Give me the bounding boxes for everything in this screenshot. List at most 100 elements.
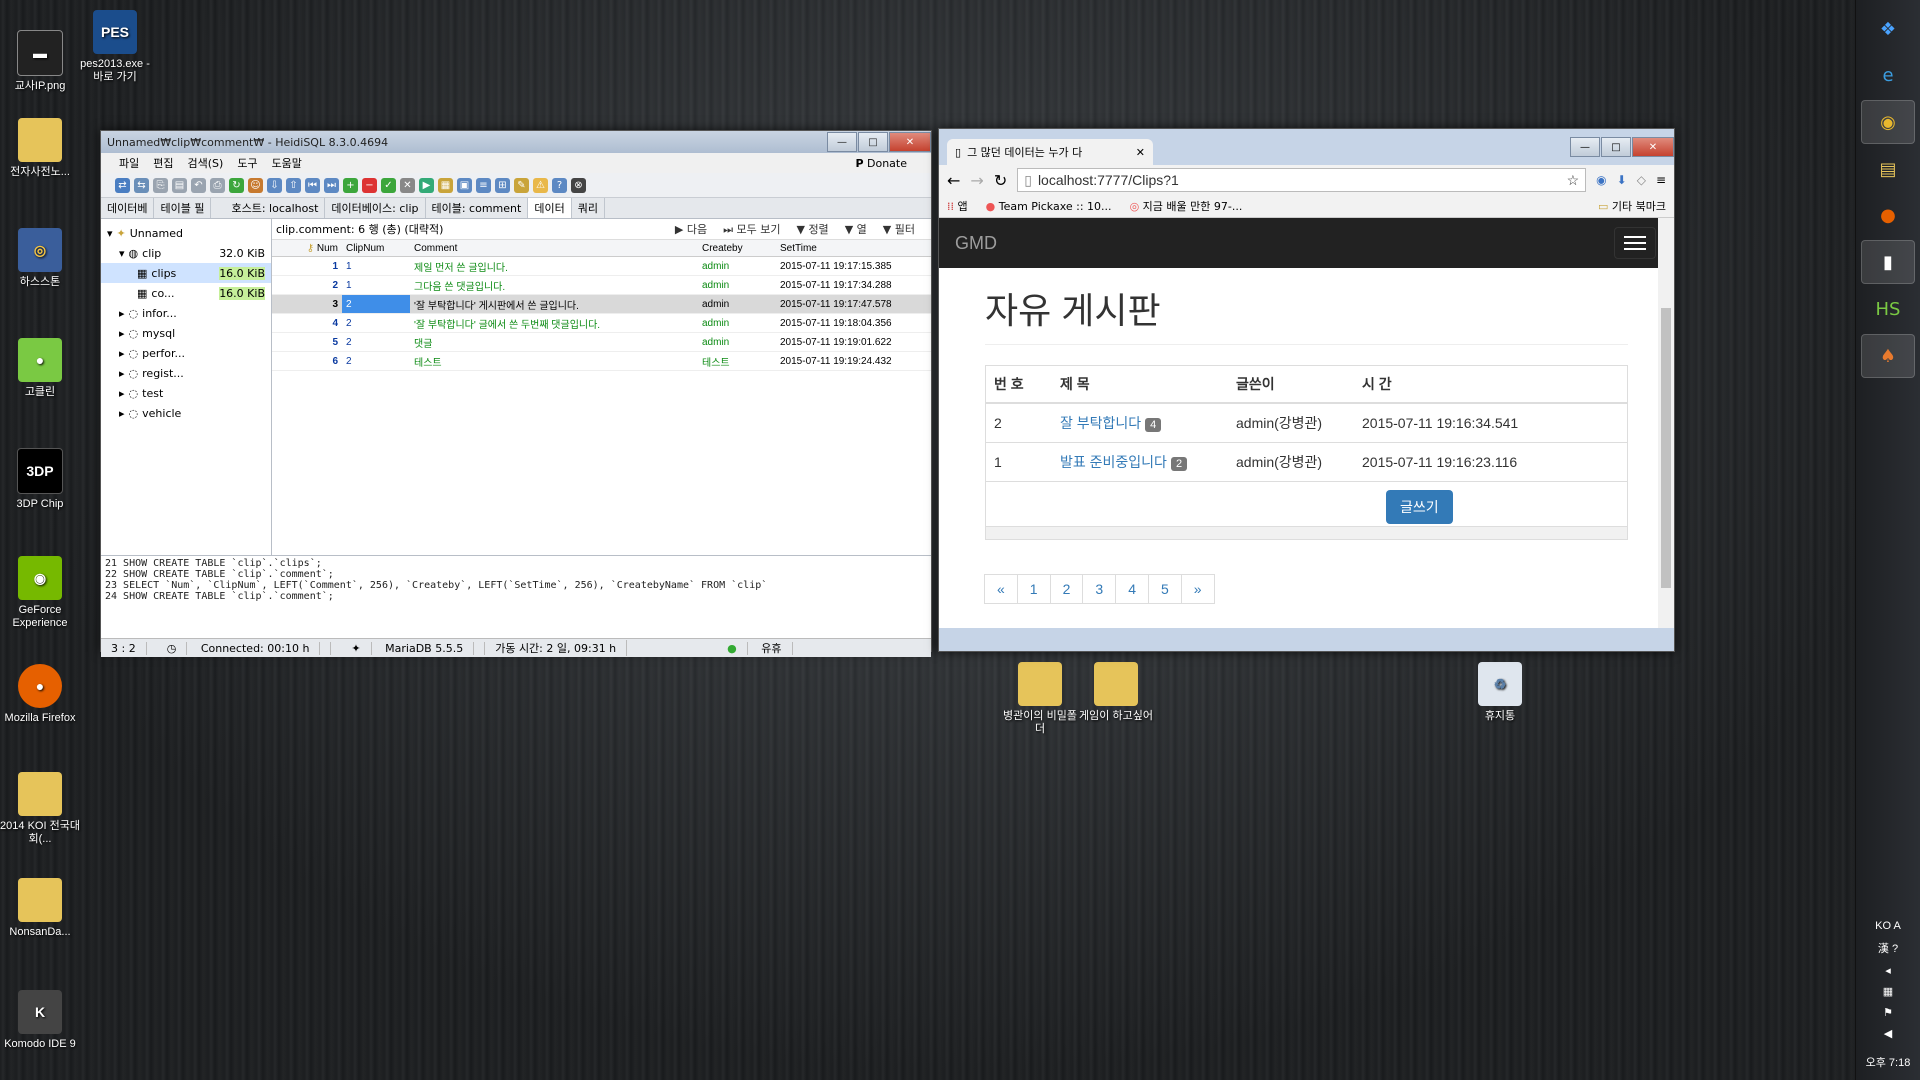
extension-icon[interactable]: ◇ [1637, 173, 1646, 187]
taskbar-chrome[interactable]: ◉ [1861, 100, 1915, 144]
columns-button[interactable]: ▼ 열 [845, 221, 867, 237]
table-row[interactable]: 1 1 제일 먼저 쓴 글입니다. admin 2015-07-11 19:17… [272, 256, 931, 276]
taskbar-heidisql[interactable]: HS [1862, 288, 1914, 330]
start-button[interactable]: ❖ [1862, 8, 1914, 50]
filter-button[interactable]: ▼ 필터 [883, 221, 915, 237]
tab-data[interactable]: 데이터 [528, 198, 572, 218]
menu-tools[interactable]: 도구 [237, 155, 257, 171]
insert-row-icon[interactable]: + [343, 177, 358, 193]
desktop-icon-hearthstone[interactable]: ◎ 하스스톤 [0, 228, 80, 289]
cell-clipnum[interactable]: 2 [342, 332, 410, 352]
warning-icon[interactable]: ⚠ [533, 177, 548, 193]
cell-settime[interactable]: 2015-07-11 19:17:15.385 [776, 256, 931, 276]
desktop-icon-nonsanda[interactable]: NonsanDa... [0, 878, 80, 939]
cell-num[interactable]: 5 [272, 332, 342, 352]
cell-createby[interactable]: admin [698, 294, 776, 314]
refresh-icon[interactable]: ↻ [229, 177, 244, 193]
tree-table-clips[interactable]: ▦ clips 16.0 KiB [101, 263, 271, 283]
hanja-icon[interactable]: 漢 [1878, 943, 1889, 955]
desktop-icon-firefox[interactable]: ● Mozilla Firefox [0, 664, 80, 725]
bookmark-other[interactable]: ▭ 기타 북마크 [1598, 198, 1666, 214]
tree-db-information-schema[interactable]: ▸ ◌ infor... [101, 303, 271, 323]
desktop-icon-koi[interactable]: 2014 KOI 전국대회(... [0, 772, 80, 846]
cell-createby[interactable]: 테스트 [698, 351, 776, 371]
export-icon[interactable]: ⇧ [286, 177, 301, 193]
page-next[interactable]: » [1180, 574, 1215, 604]
vertical-scrollbar[interactable] [1658, 218, 1674, 628]
scrollbar-thumb[interactable] [1661, 308, 1671, 588]
cell-clipnum[interactable]: 2 [342, 313, 410, 333]
forward-icon[interactable]: → [970, 171, 983, 190]
table-row-selected[interactable]: 3 2 '잘 부탁합니다' 게시판에서 쓴 글입니다. admin 2015-0… [272, 294, 931, 314]
connect-icon[interactable]: ⇄ [115, 177, 130, 193]
bookmark-learn[interactable]: ◎ 지금 배울 만한 97-... [1130, 198, 1243, 214]
cell-createby[interactable]: admin [698, 332, 776, 352]
action-center-icon[interactable]: ⚑ [1856, 1006, 1920, 1019]
tree-db-mysql[interactable]: ▸ ◌ mysql [101, 323, 271, 343]
cell-settime[interactable]: 2015-07-11 19:18:04.356 [776, 313, 931, 333]
cell-clipnum[interactable]: 2 [342, 351, 410, 371]
back-icon[interactable]: ← [947, 171, 960, 190]
cell-settime[interactable]: 2015-07-11 19:17:47.578 [776, 294, 931, 314]
cell-createby[interactable]: admin [698, 256, 776, 276]
cell-num[interactable]: 2 [272, 275, 342, 295]
cell-clipnum[interactable]: 1 [342, 256, 410, 276]
sort-button[interactable]: ▼ 정렬 [796, 221, 828, 237]
column-header-comment[interactable]: Comment [410, 240, 698, 257]
desktop-icon-pes2013[interactable]: PES pes2013.exe - 바로 가기 [75, 10, 155, 84]
site-brand[interactable]: GMD [955, 233, 997, 254]
desktop-icon-komodo[interactable]: K Komodo IDE 9 [0, 990, 80, 1051]
print-icon[interactable]: ⎙ [210, 177, 225, 193]
reload-icon[interactable]: ↻ [994, 171, 1007, 190]
show-all-button[interactable]: ⏭ 모두 보기 [723, 221, 780, 237]
cell-comment[interactable]: 테스트 [410, 351, 698, 371]
maximize-button[interactable]: □ [1601, 137, 1631, 157]
close-button[interactable]: ✕ [1632, 137, 1674, 157]
first-record-icon[interactable]: ⏮ [305, 177, 320, 193]
save-icon[interactable]: ▣ [457, 177, 472, 193]
sql-log[interactable]: 21 SHOW CREATE TABLE `clip`.`clips`; 22 … [101, 555, 931, 638]
desktop-icon-goclean[interactable]: ● 고클린 [0, 338, 80, 399]
tab-table-filter[interactable]: 테이블 필 [154, 198, 212, 218]
paste-icon[interactable]: ▤ [172, 177, 187, 193]
post-icon[interactable]: ✓ [381, 177, 396, 193]
cell-comment[interactable]: 그다음 쓴 댓글입니다. [410, 275, 698, 295]
tab-query[interactable]: 쿼리 [572, 198, 605, 218]
taskbar-firefox[interactable]: ● [1862, 194, 1914, 236]
cancel-icon[interactable]: ✕ [400, 177, 415, 193]
page-4[interactable]: 4 [1115, 574, 1149, 604]
tree-db-clip[interactable]: ▾ ◍ clip 32.0 KiB [101, 243, 271, 263]
tab-database[interactable]: 데이터베이스: clip [325, 198, 426, 218]
post-title-link[interactable]: 발표 준비중입니다 [1060, 454, 1167, 470]
cell-num[interactable]: 1 [272, 256, 342, 276]
cell-comment[interactable]: 제일 먼저 쓴 글입니다. [410, 256, 698, 276]
cell-comment[interactable]: '잘 부탁합니다' 게시판에서 쓴 글입니다. [410, 294, 698, 314]
ime-language[interactable]: KO A [1856, 920, 1920, 932]
cell-comment[interactable]: 댓글 [410, 332, 698, 352]
bookmark-apps[interactable]: ⁞⁞ 앱 [947, 198, 968, 214]
taskbar-ie[interactable]: e [1862, 54, 1914, 96]
cell-num[interactable]: 4 [272, 313, 342, 333]
cell-comment[interactable]: '잘 부탁합니다' 글에서 쓴 두번째 댓글입니다. [410, 313, 698, 333]
desktop-icon-teacher-ip[interactable]: ▬ 교사IP.png [0, 30, 80, 93]
help-icon[interactable]: ? [552, 177, 567, 193]
show-hidden-icons[interactable]: ◂ [1856, 964, 1920, 977]
cell-createby[interactable]: admin [698, 275, 776, 295]
help-icon[interactable]: ? [1892, 943, 1898, 955]
desktop-icon-geforce[interactable]: ◉ GeForce Experience [0, 556, 80, 630]
maximize-button[interactable]: □ [858, 132, 888, 152]
address-bar[interactable]: ▯ localhost:7777/Clips?1 ☆ [1017, 168, 1587, 192]
tab-databases[interactable]: 데이터베 [101, 198, 155, 218]
cell-settime[interactable]: 2015-07-11 19:19:24.432 [776, 351, 931, 371]
tab-host[interactable]: 호스트: localhost [225, 198, 326, 218]
clock[interactable]: 오후 7:18 [1856, 1054, 1920, 1070]
horizontal-scrollbar[interactable] [986, 526, 1627, 539]
cell-clipnum[interactable]: 1 [342, 275, 410, 295]
execute-query-icon[interactable]: ▶ [419, 177, 434, 193]
copy-icon[interactable]: ⎘ [153, 177, 168, 193]
tree-db-registry[interactable]: ▸ ◌ regist... [101, 363, 271, 383]
taskbar-explorer[interactable]: ▤ [1862, 148, 1914, 190]
table-tools-icon[interactable]: ⊞ [495, 177, 510, 193]
write-button[interactable]: 글쓰기 [1386, 490, 1453, 524]
desktop-icon-dictionary[interactable]: 전자사전노... [0, 118, 80, 179]
